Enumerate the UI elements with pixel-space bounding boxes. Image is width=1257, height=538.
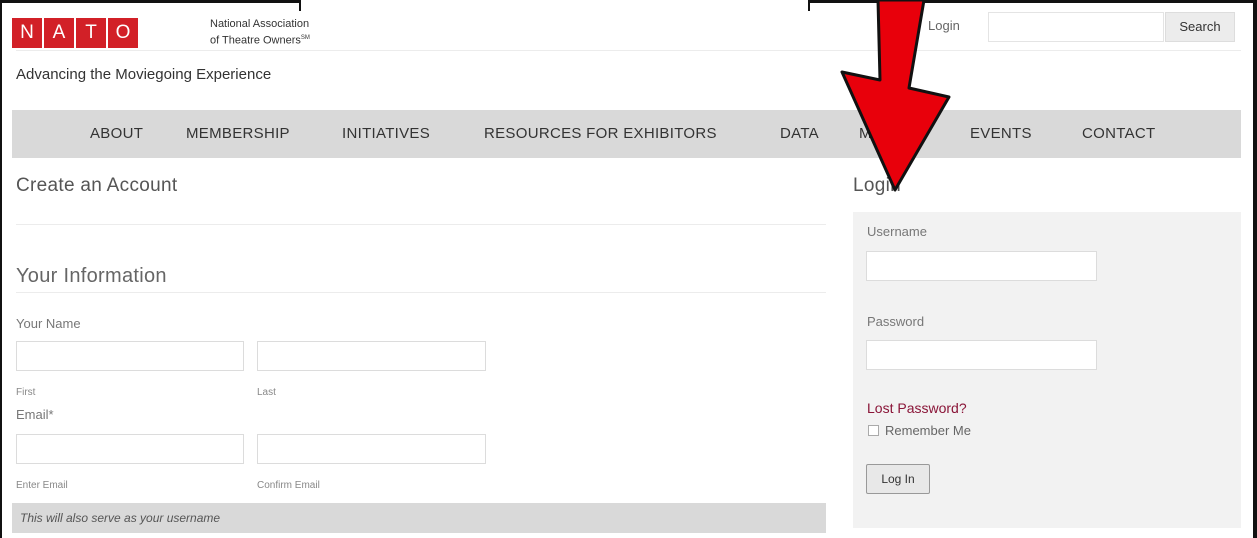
section-divider — [16, 292, 826, 293]
org-name-line1: National Association — [210, 18, 310, 30]
logo-letter: O — [108, 18, 138, 48]
org-name: National Association of Theatre OwnersSM — [210, 17, 310, 48]
password-label: Password — [867, 314, 925, 329]
nav-item-about[interactable]: ABOUT — [90, 110, 143, 158]
trademark-mark: SM — [300, 35, 310, 41]
screenshot-frame-tick — [299, 0, 301, 11]
main-nav: ABOUT MEMBERSHIP INITIATIVES RESOURCES F… — [12, 110, 1241, 158]
search-input[interactable] — [988, 12, 1164, 42]
remember-me-checkbox[interactable] — [868, 425, 879, 436]
username-note: This will also serve as your username — [12, 503, 826, 533]
section-title: Your Information — [16, 265, 167, 287]
username-label: Username — [867, 224, 927, 239]
nav-item-events[interactable]: EVENTS — [970, 110, 1032, 158]
name-label: Your Name — [16, 316, 81, 331]
logo-letter: T — [76, 18, 106, 48]
first-name-sublabel: First — [16, 387, 36, 398]
nav-item-initiatives[interactable]: INITIATIVES — [342, 110, 430, 158]
nav-item-contact[interactable]: CONTACT — [1082, 110, 1155, 158]
tagline: Advancing the Moviegoing Experience — [16, 66, 272, 83]
section-divider — [16, 224, 826, 225]
red-arrow-annotation — [840, 0, 951, 192]
last-name-sublabel: Last — [257, 387, 276, 398]
header-divider — [16, 50, 1241, 51]
remember-me-label: Remember Me — [885, 423, 971, 438]
confirm-email-field[interactable] — [257, 434, 486, 464]
logo-letter: N — [12, 18, 42, 48]
screenshot-frame-left — [0, 0, 2, 538]
screenshot-frame-right — [1253, 0, 1257, 538]
first-name-field[interactable] — [16, 341, 244, 371]
nato-logo[interactable]: N A T O — [12, 18, 138, 48]
confirm-email-sublabel: Confirm Email — [257, 480, 320, 491]
nav-item-resources[interactable]: RESOURCES FOR EXHIBITORS — [484, 110, 717, 158]
last-name-field[interactable] — [257, 341, 486, 371]
password-field[interactable] — [866, 340, 1097, 370]
email-field[interactable] — [16, 434, 244, 464]
screenshot-frame-gap — [300, 0, 810, 3]
username-field[interactable] — [866, 251, 1097, 281]
org-name-line2: of Theatre Owners — [210, 34, 301, 47]
email-label: Email* — [16, 407, 54, 422]
remember-me: Remember Me — [868, 423, 971, 438]
search-button[interactable]: Search — [1165, 12, 1235, 42]
nav-item-data[interactable]: DATA — [780, 110, 819, 158]
enter-email-sublabel: Enter Email — [16, 480, 68, 491]
nav-item-membership[interactable]: MEMBERSHIP — [186, 110, 290, 158]
page-title: Create an Account — [16, 175, 178, 196]
screenshot-frame-tick — [808, 0, 810, 11]
lost-password-link[interactable]: Lost Password? — [867, 400, 967, 416]
logo-letter: A — [44, 18, 74, 48]
login-button[interactable]: Log In — [866, 464, 930, 494]
